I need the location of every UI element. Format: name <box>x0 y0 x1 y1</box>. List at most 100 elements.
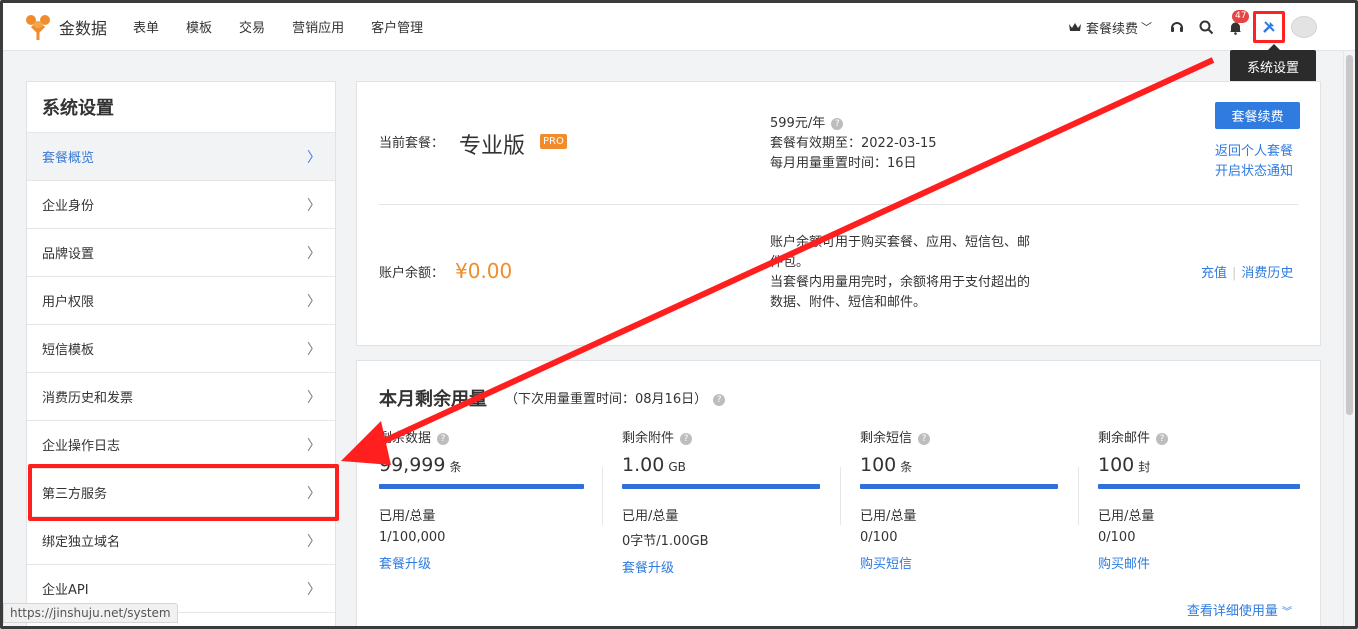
used-total-label: 已用/总量 <box>622 509 679 524</box>
top-nav: 金数据 表单 模板 交易 营销应用 客户管理 套餐续费 ﹀ 47 <box>3 3 1355 51</box>
notifications-button[interactable]: 47 <box>1224 10 1250 38</box>
column-divider <box>840 467 841 525</box>
sidebar-item-label: 套餐概览 <box>42 151 95 166</box>
sidebar-item-operation-log[interactable]: 企业操作日志 〉 <box>27 421 335 469</box>
sidebar-item-label: 绑定独立域名 <box>42 535 121 550</box>
usage-progress-bar <box>1098 484 1300 489</box>
sidebar-item-user-permissions[interactable]: 用户权限 〉 <box>27 277 335 325</box>
chevron-right-icon: 〉 <box>307 245 321 262</box>
help-icon[interactable]: ? <box>437 432 450 445</box>
search-button[interactable] <box>1195 16 1217 38</box>
scrollbar-thumb[interactable] <box>1346 55 1353 415</box>
renew-plan-button[interactable]: 套餐续费 <box>1215 102 1300 129</box>
return-personal-plan-link[interactable]: 返回个人套餐 <box>1215 140 1293 159</box>
sidebar-item-label: 企业身份 <box>42 199 95 214</box>
balance-desc-3: 当套餐内用量用完时，余额将用于支付超出的 <box>770 275 1031 290</box>
chevron-right-icon: 〉 <box>307 437 321 454</box>
recharge-link[interactable]: 充值 <box>1201 266 1227 281</box>
balance-links: 充值 | 消费历史 <box>1201 262 1293 281</box>
help-icon[interactable]: ? <box>680 432 693 445</box>
upgrade-plan-link[interactable]: 套餐升级 <box>622 557 820 576</box>
used-total-value: 0字节/1.00GB <box>622 534 709 549</box>
chevron-right-icon: 〉 <box>307 149 321 166</box>
buy-sms-link[interactable]: 购买短信 <box>860 553 1058 572</box>
divider <box>379 204 1298 205</box>
usage-name: 剩余邮件? <box>1098 427 1300 446</box>
usage-card: 本月剩余用量 （下次用量重置时间：08月16日）? 剩余数据? 99,999 条 … <box>356 360 1321 626</box>
system-settings-button[interactable] <box>1253 11 1285 43</box>
plan-renew-label: 套餐续费 <box>1085 21 1138 37</box>
usage-value: 99,999 条 <box>379 454 584 476</box>
column-divider <box>1078 467 1079 525</box>
plan-renew-dropdown[interactable]: 套餐续费 ﹀ <box>1068 18 1152 37</box>
main-nav: 表单 模板 交易 营销应用 客户管理 <box>133 17 450 36</box>
sidebar-item-billing-history[interactable]: 消费历史和发票 〉 <box>27 373 335 421</box>
balance-amount: ¥0.00 <box>455 259 513 283</box>
plan-name: 专业版 <box>459 134 526 159</box>
used-total-value: 0/100 <box>860 530 898 545</box>
sidebar-item-label: 企业API <box>42 583 89 598</box>
sidebar-item-enterprise-identity[interactable]: 企业身份 〉 <box>27 181 335 229</box>
usage-value-number: 1.00 <box>622 454 665 476</box>
sidebar-item-brand-settings[interactable]: 品牌设置 〉 <box>27 229 335 277</box>
nav-customer-management[interactable]: 客户管理 <box>371 17 423 36</box>
nav-forms[interactable]: 表单 <box>133 17 159 36</box>
sidebar-item-custom-domain[interactable]: 绑定独立域名 〉 <box>27 517 335 565</box>
settings-sidebar: 系统设置 套餐概览〉 企业身份〉 品牌设置〉 用户权限〉 短信模板〉 消费历史和… <box>26 81 336 626</box>
chevron-right-icon: 〉 <box>307 293 321 310</box>
upgrade-plan-link[interactable]: 套餐升级 <box>379 553 584 572</box>
buy-email-link[interactable]: 购买邮件 <box>1098 553 1300 572</box>
help-icon[interactable]: ? <box>831 117 844 130</box>
headset-icon <box>1171 22 1183 32</box>
nav-transactions[interactable]: 交易 <box>239 17 265 36</box>
link-separator: | <box>1232 266 1237 281</box>
balance-desc-2: 件包。 <box>770 255 810 270</box>
brand-logo[interactable]: 金数据 <box>23 12 107 42</box>
help-icon[interactable]: ? <box>1156 432 1169 445</box>
plan-reset-day: 每月用量重置时间：16日 <box>770 156 917 171</box>
settings-tooltip: 系统设置 <box>1230 44 1316 82</box>
user-avatar[interactable] <box>1291 16 1317 38</box>
chevron-right-icon: 〉 <box>307 389 321 406</box>
usage-progress-bar <box>860 484 1058 489</box>
plan-card: 当前套餐： 专业版 PRO 599元/年? 套餐有效期至：2022-03-15 … <box>356 81 1321 346</box>
enable-status-notification-link[interactable]: 开启状态通知 <box>1215 160 1293 179</box>
usage-column-email: 剩余邮件? 100 封 已用/总量 0/100 购买邮件 <box>1098 427 1300 572</box>
detail-link-text: 查看详细使用量 <box>1186 604 1278 619</box>
usage-value: 100 条 <box>860 454 1058 476</box>
crown-icon <box>1068 23 1081 31</box>
chevron-right-icon: 〉 <box>307 197 321 214</box>
usage-name-text: 剩余附件 <box>622 431 675 446</box>
usage-subtitle-text: （下次用量重置时间：08月16日） <box>505 392 708 407</box>
usage-progress-bar <box>379 484 584 489</box>
chevron-right-icon: 〉 <box>307 581 321 598</box>
help-icon[interactable]: ? <box>918 432 931 445</box>
usage-value-number: 100 <box>1098 454 1135 476</box>
usage-value: 1.00 GB <box>622 454 820 476</box>
usage-unit: 条 <box>900 460 913 474</box>
usage-name: 剩余附件? <box>622 427 820 446</box>
sidebar-item-sms-templates[interactable]: 短信模板 〉 <box>27 325 335 373</box>
nav-right-tools: 套餐续费 ﹀ 47 <box>1068 3 1355 51</box>
balance-desc-1: 账户余额可用于购买套餐、应用、短信包、邮 <box>770 235 1031 250</box>
used-total-label: 已用/总量 <box>860 509 917 524</box>
column-divider <box>602 467 603 525</box>
view-detailed-usage-link[interactable]: 查看详细使用量 ︾ <box>1187 600 1292 619</box>
customer-service-button[interactable] <box>1166 16 1188 38</box>
usage-name-text: 剩余邮件 <box>1098 431 1151 446</box>
usage-name-text: 剩余数据 <box>379 431 432 446</box>
used-total-label: 已用/总量 <box>379 509 436 524</box>
tools-icon <box>1263 21 1275 33</box>
usage-unit: GB <box>668 460 686 474</box>
sidebar-item-label: 品牌设置 <box>42 247 95 262</box>
usage-progress-bar <box>622 484 820 489</box>
usage-column-attachments: 剩余附件? 1.00 GB 已用/总量 0字节/1.00GB 套餐升级 <box>622 427 820 576</box>
sidebar-title: 系统设置 <box>27 82 335 133</box>
balance-label: 账户余额： <box>379 266 445 281</box>
nav-templates[interactable]: 模板 <box>186 17 212 36</box>
sidebar-item-plan-overview[interactable]: 套餐概览 〉 <box>27 133 335 181</box>
usage-value-number: 99,999 <box>379 454 446 476</box>
consumption-history-link[interactable]: 消费历史 <box>1241 266 1293 281</box>
help-icon[interactable]: ? <box>713 393 726 406</box>
nav-marketing-apps[interactable]: 营销应用 <box>292 17 344 36</box>
